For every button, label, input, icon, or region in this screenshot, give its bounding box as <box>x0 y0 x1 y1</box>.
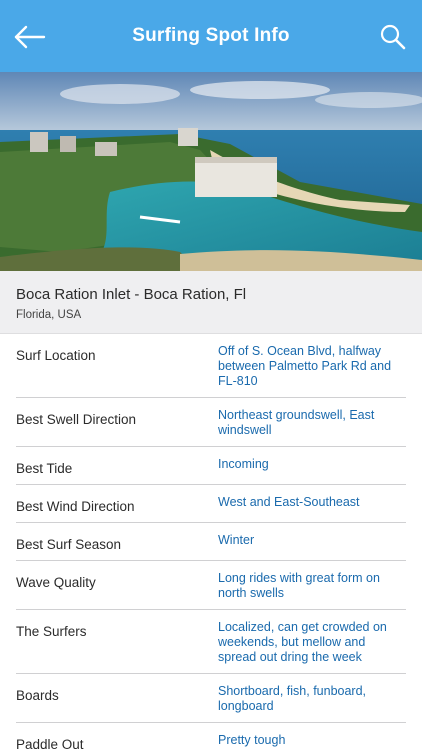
page-title: Surfing Spot Info <box>132 25 290 46</box>
detail-value: Localized, can get crowded on weekends, … <box>218 620 387 664</box>
detail-label: Best Surf Season <box>16 537 122 552</box>
detail-row-boards: Boards Shortboard, fish, funboard, longb… <box>16 674 406 723</box>
detail-row-best-swell-direction: Best Swell Direction Northeast groundswe… <box>16 398 406 447</box>
spot-details-list: Surf Location Off of S. Ocean Blvd, half… <box>0 334 422 750</box>
detail-label: Paddle Out <box>16 737 84 750</box>
detail-value: West and East-Southeast <box>218 495 360 509</box>
navigation-bar: Surfing Spot Info <box>0 0 422 72</box>
spot-header: Boca Ration Inlet - Boca Ration, Fl Flor… <box>0 271 422 334</box>
spot-name: Boca Ration Inlet - Boca Ration, Fl <box>16 286 247 303</box>
detail-label: Best Wind Direction <box>16 499 135 514</box>
detail-row-the-surfers: The Surfers Localized, can get crowded o… <box>16 610 406 674</box>
detail-label: Best Tide <box>16 461 73 476</box>
detail-value: Off of S. Ocean Blvd, halfway between Pa… <box>218 344 392 388</box>
detail-label: The Surfers <box>16 624 87 639</box>
detail-value: Northeast groundswell, East windswell <box>218 408 375 437</box>
detail-row-best-surf-season: Best Surf Season Winter <box>16 523 406 561</box>
detail-row-paddle-out: Paddle Out Pretty tough <box>16 723 406 750</box>
detail-value: Incoming <box>218 457 269 471</box>
detail-label: Wave Quality <box>16 575 96 590</box>
detail-value: Shortboard, fish, funboard, longboard <box>218 684 367 713</box>
detail-row-best-tide: Best Tide Incoming <box>16 447 406 485</box>
detail-label: Surf Location <box>16 348 96 363</box>
detail-row-surf-location: Surf Location Off of S. Ocean Blvd, half… <box>16 334 406 398</box>
spot-photo <box>0 72 422 271</box>
detail-value: Winter <box>218 533 255 547</box>
detail-value: Long rides with great form on north swel… <box>218 571 380 600</box>
spot-region: Florida, USA <box>16 309 82 321</box>
detail-row-wave-quality: Wave Quality Long rides with great form … <box>16 561 406 610</box>
search-button[interactable] <box>378 22 408 52</box>
detail-label: Best Swell Direction <box>16 412 137 427</box>
aerial-photo <box>0 72 422 271</box>
detail-row-best-wind-direction: Best Wind Direction West and East-Southe… <box>16 485 406 523</box>
detail-label: Boards <box>16 688 59 703</box>
search-icon <box>380 24 406 50</box>
detail-value: Pretty tough <box>218 733 286 747</box>
